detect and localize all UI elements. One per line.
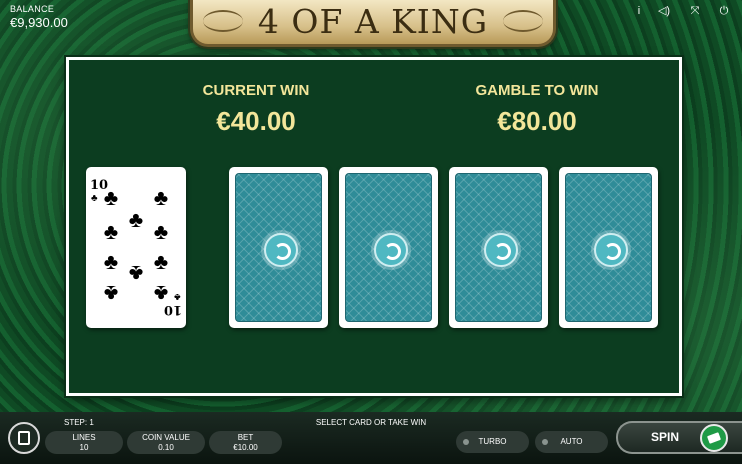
face-down-card-2[interactable] <box>339 167 438 328</box>
card-emblem-icon <box>593 232 628 267</box>
balance-label: BALANCE <box>10 4 55 14</box>
current-win-label: CURRENT WIN <box>202 82 310 99</box>
auto-label: AUTO <box>560 437 583 446</box>
club-icon: ♣ <box>91 193 98 204</box>
power-icon[interactable]: ⏻ <box>717 4 731 18</box>
game-screen: BALANCE €9,930.00 i ◁) ⤧ ⏻ 4 OF A KING C… <box>0 0 742 464</box>
club-icon: ♣ <box>153 185 169 210</box>
club-icon: ♣ <box>153 281 169 306</box>
club-icon: ♣ <box>153 249 169 274</box>
toggle-indicator-icon <box>542 439 548 445</box>
club-icon: ♣ <box>103 219 119 244</box>
spin-button[interactable]: SPIN <box>616 421 742 454</box>
toggle-indicator-icon <box>463 439 469 445</box>
auto-toggle[interactable]: AUTO <box>535 431 608 453</box>
coin-value-value: 0.10 <box>158 443 174 452</box>
fullscreen-icon[interactable]: ⤧ <box>688 4 702 18</box>
bet-selector[interactable]: BET €10.00 <box>209 431 282 454</box>
club-icon: ♣ <box>153 219 169 244</box>
lines-label: LINES <box>72 433 96 442</box>
gamble-to-win-value: €80.00 <box>497 106 577 136</box>
dealer-card: 10 ♣ 10 ♣ ♣ ♣ ♣ ♣ ♣ ♣ ♣ ♣ ♣ ♣ <box>86 167 186 328</box>
club-icon: ♣ <box>128 207 144 232</box>
lines-value: 10 <box>79 443 89 452</box>
coin-value-selector[interactable]: COIN VALUE 0.10 <box>127 431 205 454</box>
sound-icon[interactable]: ◁) <box>657 4 671 18</box>
card-emblem-icon <box>483 232 518 267</box>
club-icon: ♣ <box>128 261 144 286</box>
gamble-to-win-label: GAMBLE TO WIN <box>475 82 599 99</box>
club-icon: ♣ <box>103 281 119 306</box>
bet-label: BET <box>237 433 254 442</box>
card-emblem-icon <box>373 232 408 267</box>
gamble-table: CURRENT WIN €40.00 GAMBLE TO WIN €80.00 … <box>66 57 682 396</box>
current-win-value: €40.00 <box>216 106 296 136</box>
club-icon: ♣ <box>103 185 119 210</box>
balance-display: BALANCE €9,930.00 <box>10 4 68 30</box>
spin-label: SPIN <box>651 430 680 444</box>
card-emblem-icon <box>263 232 298 267</box>
lines-selector[interactable]: LINES 10 <box>45 431 123 454</box>
face-down-card-1[interactable] <box>229 167 328 328</box>
turbo-toggle[interactable]: TURBO <box>456 431 529 453</box>
paytable-icon <box>18 431 30 445</box>
title-plaque: 4 OF A KING <box>190 0 556 47</box>
club-icon: ♣ <box>174 291 181 302</box>
menu-button[interactable] <box>8 422 40 454</box>
take-win-cash-icon[interactable] <box>700 424 728 452</box>
game-title: 4 OF A KING <box>257 2 489 41</box>
club-icon: ♣ <box>103 249 119 274</box>
bet-value: €10.00 <box>233 443 258 452</box>
info-icon[interactable]: i <box>632 4 646 18</box>
face-down-card-3[interactable] <box>449 167 548 328</box>
balance-value: €9,930.00 <box>10 15 68 30</box>
face-down-card-4[interactable] <box>559 167 658 328</box>
turbo-label: TURBO <box>478 437 507 446</box>
coin-value-label: COIN VALUE <box>142 433 190 442</box>
